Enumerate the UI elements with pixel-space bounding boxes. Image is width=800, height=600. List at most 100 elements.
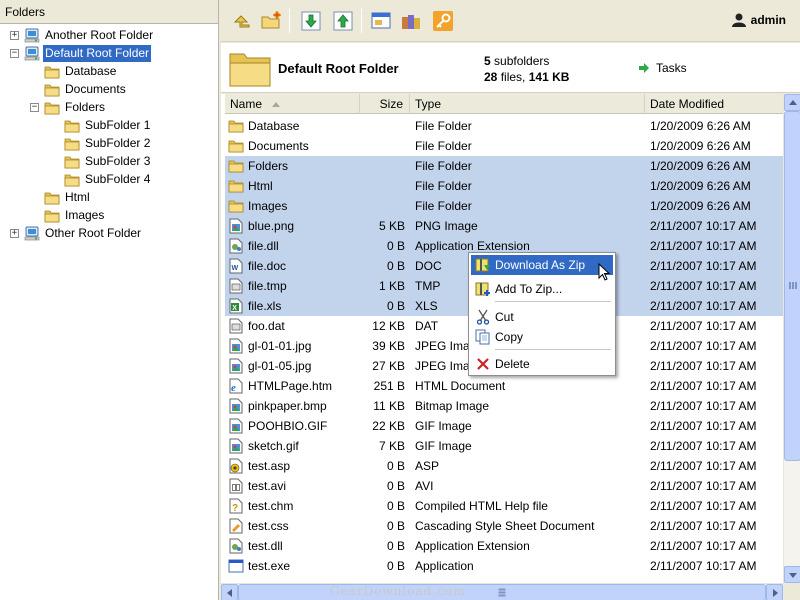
file-date: 2/11/2007 10:17 AM [650,439,757,453]
file-row[interactable]: test.dll 0 B Application Extension 2/11/200… [225,536,783,556]
expand-icon[interactable]: + [10,229,19,238]
menu-item-copy[interactable]: Copy [471,327,613,347]
file-size [365,176,405,196]
file-size: 7 KB [378,439,405,453]
tree-node-label[interactable]: SubFolder 2 [83,135,152,152]
dll-file-icon [228,538,244,554]
file-date: 2/11/2007 10:17 AM [650,399,757,413]
tree-node[interactable]: − Default Root Folder [0,45,218,63]
file-row[interactable]: test.avi 0 B AVI 2/11/2007 10:17 AM [225,476,783,496]
tree-node[interactable]: Images [0,207,218,225]
toolbar: admin [221,0,800,42]
menu-item-add-to-zip[interactable]: Add To Zip... [471,279,613,299]
file-date: 1/20/2009 6:26 AM [650,199,751,213]
file-size: 0 B [386,479,405,493]
folder-stats: 5 subfolders 28 files, 141 KB [484,53,569,85]
xls-file-icon: X [228,298,244,314]
file-type: Cascading Style Sheet Document [415,519,595,533]
tree-node-label[interactable]: Another Root Folder [43,27,155,44]
tree-node[interactable]: − Folders [0,99,218,117]
file-row[interactable]: POOHBIO.GIF 22 KB GIF Image 2/11/2007 10:17… [225,416,783,436]
tree-node[interactable]: SubFolder 1 [0,117,218,135]
folder-icon [64,154,80,170]
tree-node[interactable]: + Another Root Folder [0,27,218,45]
horizontal-scrollbar[interactable] [221,583,783,600]
file-row[interactable]: Database File Folder 1/20/2009 6:26 AM [225,116,783,136]
collapse-icon[interactable]: − [30,103,39,112]
file-name: pinkpaper.bmp [248,399,327,413]
download-button[interactable] [299,9,323,33]
root-folder-icon [24,46,40,62]
tree-node-label[interactable]: Folders [63,99,107,116]
file-name: test.dll [248,539,283,553]
upload-button[interactable] [331,9,355,33]
file-type: GIF Image [415,439,472,453]
file-row[interactable]: test.asp 0 B ASP 2/11/2007 10:17 AM [225,456,783,476]
file-row[interactable]: e HTMLPage.htm 251 B HTML Document 2/11/2007… [225,376,783,396]
column-type[interactable]: Type [410,94,645,114]
tree-node[interactable]: + Other Root Folder [0,225,218,243]
file-row[interactable]: test.css 0 B Cascading Style Sheet Documen… [225,516,783,536]
properties-button[interactable] [399,9,423,33]
tree-node[interactable]: Documents [0,81,218,99]
horizontal-scroll-thumb[interactable] [238,584,766,600]
folder-icon [44,100,60,116]
tree-node[interactable]: SubFolder 2 [0,135,218,153]
file-row[interactable]: Html File Folder 1/20/2009 6:26 AM [225,176,783,196]
tree-node-label[interactable]: Default Root Folder [43,45,152,62]
file-type: PNG Image [415,219,478,233]
user-info: admin [731,13,786,27]
file-size: 0 B [386,239,405,253]
tree-node[interactable]: SubFolder 4 [0,171,218,189]
file-row[interactable]: pinkpaper.bmp 11 KB Bitmap Image 2/11/2007 … [225,396,783,416]
file-row[interactable]: test.exe 0 B Application 2/11/2007 10:17 AM [225,556,783,576]
tree-node-label[interactable]: Other Root Folder [43,225,143,242]
file-type: File Folder [415,119,472,133]
scroll-left-button[interactable] [221,584,238,600]
menu-item-cut[interactable]: Cut [471,307,613,327]
file-row[interactable]: blue.png 5 KB PNG Image 2/11/2007 10:17 AM [225,216,783,236]
menu-item-download-as-zip[interactable]: Download As Zip [471,255,613,275]
file-size: 12 KB [372,319,405,333]
arrow-down-icon [789,573,797,578]
scroll-right-button[interactable] [766,584,783,600]
scroll-down-button[interactable] [784,566,800,583]
collapse-icon[interactable]: − [10,49,19,58]
file-row[interactable]: Folders File Folder 1/20/2009 6:26 AM [225,156,783,176]
vertical-scroll-thumb[interactable] [784,111,800,461]
tree-node-label[interactable]: Images [63,207,106,224]
scroll-up-button[interactable] [784,94,800,111]
access-key-button[interactable] [431,9,455,33]
tasks-button[interactable]: Tasks [638,61,687,75]
file-row[interactable]: Documents File Folder 1/20/2009 6:26 AM [225,136,783,156]
up-folder-button[interactable] [229,9,253,33]
tree-node[interactable]: Database [0,63,218,81]
file-row[interactable]: ? test.chm 0 B Compiled HTML Help file 2/11/… [225,496,783,516]
new-folder-button[interactable] [259,9,283,33]
menu-item-delete[interactable]: Delete [471,354,613,374]
vertical-scrollbar[interactable] [783,94,800,583]
exe-file-icon [228,558,244,574]
column-size[interactable]: Size [360,94,410,114]
image-file-icon [228,418,244,434]
file-row[interactable]: sketch.gif 7 KB GIF Image 2/11/2007 10:17 A… [225,436,783,456]
tree-node-label[interactable]: SubFolder 4 [83,171,152,188]
tree-node-label[interactable]: SubFolder 1 [83,117,152,134]
svg-text:e: e [231,382,236,394]
tree-node[interactable]: Html [0,189,218,207]
file-date: 2/11/2007 10:17 AM [650,459,757,473]
tree-node-label[interactable]: Documents [63,81,128,98]
menu-item-label: Download As Zip [495,258,586,272]
tree-node-label[interactable]: SubFolder 3 [83,153,152,170]
file-row[interactable]: Images File Folder 1/20/2009 6:26 AM [225,196,783,216]
generic-file-icon [228,278,244,294]
expand-icon[interactable]: + [10,31,19,40]
column-name[interactable]: Name [225,94,360,114]
view-button[interactable] [369,9,393,33]
image-file-icon [228,398,244,414]
tree-node[interactable]: SubFolder 3 [0,153,218,171]
tree-node-label[interactable]: Html [63,189,92,206]
file-size: 0 B [386,519,405,533]
column-date[interactable]: Date Modified [645,94,783,114]
tree-node-label[interactable]: Database [63,63,118,80]
